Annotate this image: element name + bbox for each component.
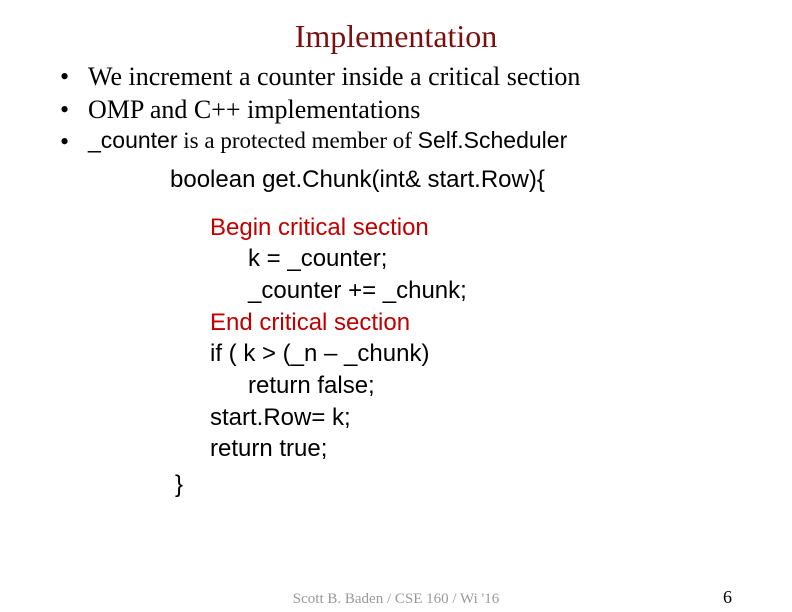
bullet-text: is a protected member of — [178, 128, 418, 153]
function-signature: boolean get.Chunk(int& start.Row){ — [170, 166, 792, 194]
bullet-text: We increment a counter inside a critical… — [88, 62, 580, 91]
code-line: start.Row= k; — [210, 402, 792, 434]
code-line: if ( k > (_n – _chunk) — [210, 338, 792, 370]
bullet-item: OMP and C++ implementations — [60, 94, 792, 127]
slide: Implementation We increment a counter in… — [0, 18, 792, 612]
bullet-item: _counter is a protected member of Self.S… — [60, 126, 792, 156]
page-number: 6 — [723, 587, 732, 608]
footer-text: Scott B. Baden / CSE 160 / Wi '16 — [0, 591, 792, 608]
code-inline: _counter — [88, 127, 178, 153]
code-inline: Self.Scheduler — [418, 127, 568, 153]
code-line: End critical section — [210, 307, 792, 339]
code-line: return false; — [248, 370, 792, 402]
bullet-text: OMP and C++ implementations — [88, 95, 420, 124]
bullet-item: We increment a counter inside a critical… — [60, 61, 792, 94]
code-line: } — [175, 469, 792, 501]
slide-title: Implementation — [0, 18, 792, 55]
code-line: return true; — [210, 433, 792, 465]
code-line: _counter += _chunk; — [248, 275, 792, 307]
code-block: Begin critical section k = _counter; _co… — [210, 212, 792, 501]
code-line: Begin critical section — [210, 212, 792, 244]
bullet-list: We increment a counter inside a critical… — [60, 61, 792, 156]
code-line: k = _counter; — [248, 243, 792, 275]
